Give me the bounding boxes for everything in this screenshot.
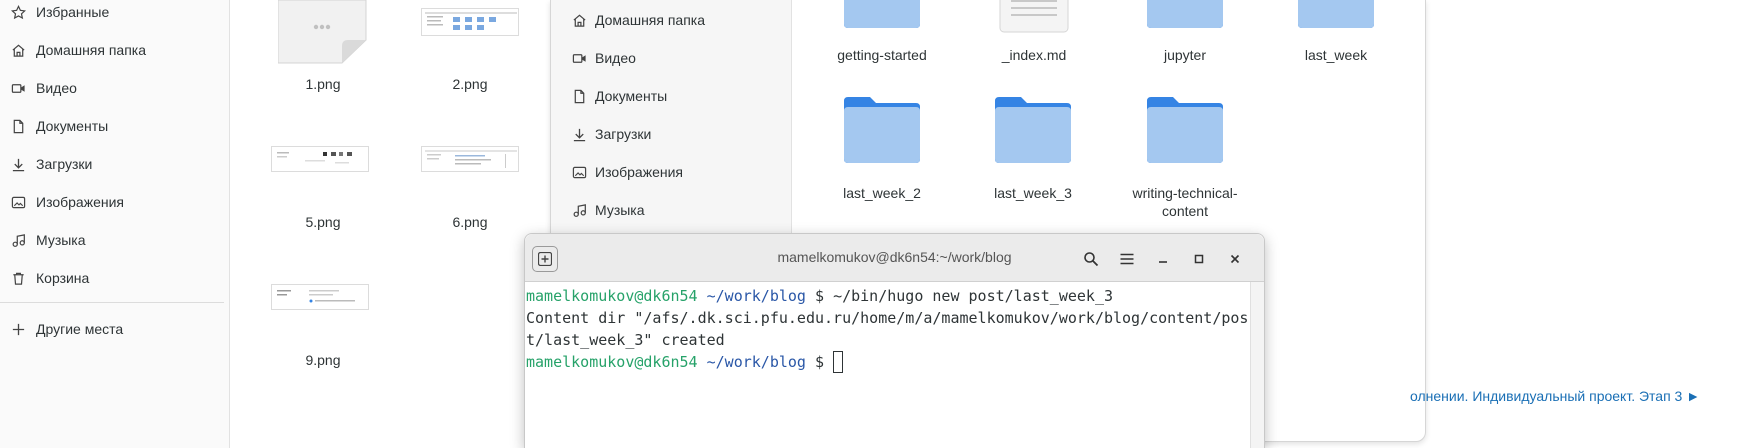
terminal-output-line: Content dir "/afs/.dk.sci.pfu.edu.ru/hom… [526, 309, 1249, 327]
sidebar-item-music[interactable]: Музыка [571, 197, 645, 223]
image-file-icon [278, 0, 367, 64]
document-icon [571, 88, 587, 104]
file-name: 6.png [452, 214, 488, 230]
music-icon [571, 202, 587, 218]
maximize-icon [1194, 254, 1204, 264]
sidebar-divider [0, 302, 224, 303]
maximize-button[interactable] [1188, 248, 1210, 270]
file-name: 1.png [305, 76, 341, 92]
sidebar-item-label: Музыка [36, 232, 86, 248]
sidebar-item-favorites[interactable]: Избранные [10, 0, 109, 25]
video-icon [10, 80, 26, 96]
folder-name: writing-technical-content [1132, 185, 1238, 219]
folder-icon [995, 97, 1071, 163]
minimize-icon [1159, 261, 1167, 263]
folder-name: last_week_2 [843, 185, 921, 201]
close-icon [1230, 254, 1240, 264]
folder-icon [844, 97, 920, 163]
sidebar-item-video[interactable]: Видео [571, 45, 636, 71]
search-button[interactable] [1080, 248, 1102, 270]
folder-name: getting-started [837, 47, 927, 63]
document-icon [10, 118, 26, 134]
terminal-headerbar: mamelkomukov@dk6n54:~/work/blog [525, 234, 1264, 282]
sidebar-item-home[interactable]: Домашняя папка [571, 7, 705, 33]
sidebar-item-trash[interactable]: Корзина [10, 265, 89, 291]
terminal-line-prompt: mamelkomukov@dk6n54 ~/work/blog $ [526, 351, 844, 373]
home-icon [10, 42, 26, 58]
prompt-user: mamelkomukov@dk6n54 [526, 287, 698, 305]
screenshot-thumbnail [271, 146, 369, 172]
sidebar-item-home[interactable]: Домашняя папка [10, 37, 146, 63]
sidebar-item-downloads[interactable]: Загрузки [10, 151, 92, 177]
minimize-button[interactable] [1152, 248, 1174, 270]
menu-button[interactable] [1116, 248, 1138, 270]
download-icon [571, 126, 587, 142]
text-file-icon [999, 0, 1069, 33]
sidebar-item-label: Избранные [36, 4, 110, 20]
terminal-scrollbar[interactable] [1250, 282, 1264, 448]
sidebar-item-downloads[interactable]: Загрузки [571, 121, 651, 147]
file-name: 9.png [305, 352, 341, 368]
file-grid: 1.png 2.png 5.png 6.png 9.png [231, 0, 549, 448]
sidebar-item-other-places[interactable]: Другие места [10, 316, 123, 342]
sidebar-item-video[interactable]: Видео [10, 75, 77, 101]
background-link[interactable]: олнении. Индивидуальный проект. Этап 3 ► [1410, 388, 1700, 404]
hamburger-menu-icon [1120, 253, 1134, 265]
music-icon [10, 232, 26, 248]
file-name: 5.png [305, 214, 341, 230]
image-icon [10, 194, 26, 210]
command-text: ~/bin/hugo new post/last_week_3 [833, 287, 1114, 305]
sidebar-item-label: Документы [36, 118, 109, 134]
folder-icon [1147, 0, 1223, 28]
file-name: 2.png [452, 76, 488, 92]
prompt-user: mamelkomukov@dk6n54 [526, 353, 698, 371]
sidebar-item-label: Музыка [595, 202, 645, 218]
search-icon [1084, 252, 1099, 267]
text-cursor [833, 351, 844, 373]
sidebar-item-pictures[interactable]: Изображения [571, 159, 683, 185]
plus-icon [10, 321, 26, 337]
star-icon [10, 4, 26, 20]
sidebar-item-label: Изображения [595, 164, 683, 180]
folder-icon [844, 0, 920, 28]
sidebar-item-label: Корзина [36, 270, 90, 286]
prompt-symbol: $ [815, 287, 825, 305]
download-icon [10, 156, 26, 172]
terminal-output[interactable]: mamelkomukov@dk6n54 ~/work/blog $ ~/bin/… [526, 284, 1249, 448]
folder-name: last_week [1304, 47, 1368, 63]
home-icon [571, 12, 587, 28]
folder-name: last_week_3 [994, 185, 1072, 201]
sidebar-item-label: Видео [595, 50, 636, 66]
sidebar-item-label: Загрузки [36, 156, 93, 172]
sidebar-item-music[interactable]: Музыка [10, 227, 86, 253]
screenshot-thumbnail [271, 284, 369, 310]
folder-icon [1298, 0, 1374, 28]
sidebar-item-label: Загрузки [595, 126, 652, 142]
sidebar-item-label: Изображения [36, 194, 124, 210]
files-sidebar: Избранные Домашняя папка Видео Документы… [0, 0, 230, 448]
screenshot-thumbnail [421, 146, 519, 172]
screenshot-thumbnail [421, 8, 519, 36]
terminal-window[interactable]: mamelkomukov@dk6n54:~/work/blog mamelkom… [524, 233, 1265, 448]
folder-name: jupyter [1163, 47, 1207, 63]
sidebar-item-label: Домашняя папка [595, 12, 706, 28]
sidebar-item-label: Другие места [36, 321, 124, 337]
sidebar-item-documents[interactable]: Документы [10, 113, 108, 139]
prompt-dir: ~/work/blog [706, 353, 806, 371]
terminal-line-command: mamelkomukov@dk6n54 ~/work/blog $ ~/bin/… [526, 285, 1113, 307]
terminal-output-line: t/last_week_3" created [526, 331, 725, 349]
sidebar-item-label: Домашняя папка [36, 42, 147, 58]
folder-icon [1147, 97, 1223, 163]
file-name: _index.md [1001, 47, 1067, 63]
close-button[interactable] [1224, 248, 1246, 270]
prompt-dir: ~/work/blog [706, 287, 806, 305]
sidebar-item-documents[interactable]: Документы [571, 83, 667, 109]
image-icon [571, 164, 587, 180]
sidebar-item-pictures[interactable]: Изображения [10, 189, 124, 215]
video-icon [571, 50, 587, 66]
sidebar-item-label: Видео [36, 80, 77, 96]
sidebar-item-label: Документы [595, 88, 668, 104]
trash-icon [10, 270, 26, 286]
prompt-symbol: $ [815, 353, 825, 371]
